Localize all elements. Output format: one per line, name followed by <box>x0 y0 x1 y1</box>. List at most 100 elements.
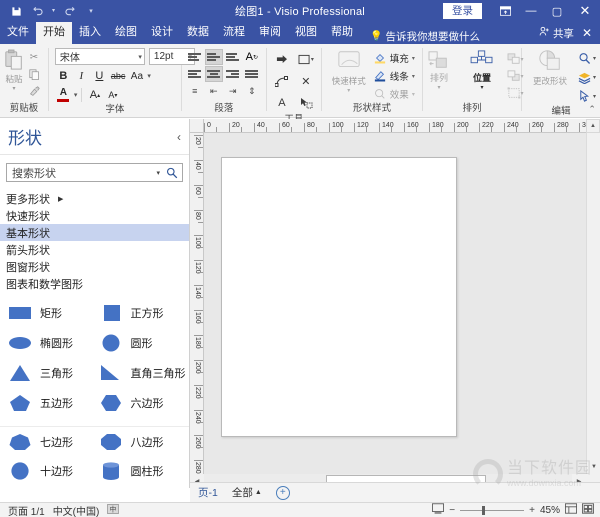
shape-category-window[interactable]: 图窗形状 <box>0 258 189 275</box>
strikethrough-button[interactable]: abc <box>109 68 128 84</box>
fit-page-icon[interactable] <box>432 503 445 517</box>
select-button[interactable]: ▾ <box>578 88 596 105</box>
align-right-button[interactable] <box>224 66 242 82</box>
magnifier-icon[interactable] <box>164 167 180 179</box>
shape-category-charts[interactable]: 图表和数学图形 <box>0 275 189 292</box>
normal-view-icon[interactable] <box>565 503 577 517</box>
zoom-level-label[interactable]: 45% <box>540 505 560 516</box>
effects-button[interactable]: 效果 ▾ <box>374 86 415 102</box>
align-bottom-button[interactable] <box>224 49 242 65</box>
line-spacing-button[interactable]: ⇕ <box>243 83 261 99</box>
text-direction-button[interactable]: A ↻ <box>243 49 261 65</box>
paste-caret-icon[interactable]: ▾ <box>12 85 15 92</box>
position-caret-icon[interactable]: ▾ <box>481 84 484 91</box>
line-button[interactable]: 线条 ▾ <box>374 68 415 84</box>
page-count-status[interactable]: 页面 1/1 <box>0 503 45 517</box>
undo-dropdown-icon[interactable]: ▾ <box>50 2 57 20</box>
font-color-caret-icon[interactable]: ▾ <box>73 91 78 99</box>
change-shape-button[interactable]: 更改形状 <box>526 49 574 105</box>
stencil-item-ellipse[interactable]: 椭圆形 <box>8 334 99 353</box>
stencil-item-square[interactable]: 正方形 <box>99 304 190 323</box>
close-button[interactable]: ✕ <box>570 0 600 22</box>
cut-icon[interactable]: ✂ <box>26 50 42 64</box>
shrink-font-button[interactable]: A ▾ <box>104 87 121 103</box>
stencil-item-hexagon[interactable]: 六边形 <box>99 394 190 413</box>
vertical-ruler[interactable]: 20 40 60 80 100 120 140 160 180 200 220 … <box>190 133 204 474</box>
font-color-button[interactable]: A <box>55 87 72 103</box>
ribbon-display-options-icon[interactable] <box>492 0 518 22</box>
arrange-caret-icon[interactable]: ▾ <box>438 84 441 91</box>
tab-file[interactable]: 文件 <box>0 22 36 44</box>
stencil-item-triangle[interactable]: 三角形 <box>8 364 99 383</box>
tab-help[interactable]: 帮助 <box>324 22 360 44</box>
arrange-button[interactable]: 排列 ▾ <box>419 49 459 101</box>
close-document-icon[interactable]: ✕ <box>582 26 600 40</box>
zoom-slider[interactable] <box>460 505 525 515</box>
tab-home[interactable]: 开始 <box>36 22 72 44</box>
stencil-item-pentagon[interactable]: 五边形 <box>8 394 99 413</box>
minimize-button[interactable]: — <box>518 0 544 22</box>
horizontal-ruler[interactable]: 0 20 40 60 80 100 120 140 160 180 200 22… <box>204 119 586 133</box>
tab-data[interactable]: 数据 <box>180 22 216 44</box>
connector-tool-button[interactable] <box>271 71 293 91</box>
canvas-area[interactable] <box>204 133 586 474</box>
zoom-out-button[interactable]: − <box>449 505 455 516</box>
sign-in-button[interactable]: 登录 <box>443 3 482 19</box>
tab-draw[interactable]: 绘图 <box>108 22 144 44</box>
vertical-scrollbar[interactable]: ▼ <box>586 133 600 474</box>
grow-font-button[interactable]: A ▴ <box>86 87 103 103</box>
collapse-ribbon-icon[interactable]: ⌃ <box>588 104 596 115</box>
justify-button[interactable] <box>243 66 261 82</box>
stencil-item-circle[interactable]: 圆形 <box>99 334 190 353</box>
fullscreen-view-icon[interactable] <box>582 503 594 517</box>
change-case-caret-icon[interactable]: ▾ <box>146 72 151 80</box>
layers-caret-icon[interactable]: ▾ <box>593 74 596 81</box>
paste-button[interactable]: 粘贴 ▾ <box>4 47 24 92</box>
line-caret-icon[interactable]: ▾ <box>412 73 415 80</box>
copy-icon[interactable] <box>26 67 42 81</box>
find-button[interactable]: ▾ <box>578 50 596 67</box>
format-painter-icon[interactable] <box>26 84 42 98</box>
layers-button[interactable]: ▾ <box>578 69 596 86</box>
underline-button[interactable]: U <box>91 68 108 84</box>
align-top-button[interactable] <box>186 49 204 65</box>
share-button[interactable]: 共享 <box>539 26 582 41</box>
bold-button[interactable]: B <box>55 68 72 84</box>
quick-styles-button[interactable]: 快速样式 ▾ <box>326 47 372 94</box>
select-caret-icon[interactable]: ▾ <box>593 93 596 100</box>
tab-insert[interactable]: 插入 <box>72 22 108 44</box>
shape-category-basic[interactable]: 基本形状 <box>0 224 189 241</box>
align-middle-button[interactable] <box>204 49 223 65</box>
tab-view[interactable]: 视图 <box>288 22 324 44</box>
shape-category-quick[interactable]: 快速形状 <box>0 207 189 224</box>
scroll-down-button[interactable]: ▼ <box>587 460 600 474</box>
change-case-button[interactable]: Aa <box>128 68 145 84</box>
save-icon[interactable] <box>6 2 26 20</box>
tab-process[interactable]: 流程 <box>216 22 252 44</box>
rectangle-tool-button[interactable]: ▾ <box>295 49 317 69</box>
zoom-slider-thumb[interactable] <box>482 505 486 515</box>
connection-point-tool-button[interactable]: ✕ <box>295 71 317 91</box>
customize-qat-icon[interactable]: ▾ <box>81 2 101 20</box>
fill-button[interactable]: 填充 ▾ <box>374 50 415 66</box>
search-shapes-input[interactable]: 搜索形状 ▾ <box>6 163 183 182</box>
stencil-item-cylinder[interactable]: 圆柱形 <box>99 462 190 481</box>
stencil-item-octagon[interactable]: 八边形 <box>99 432 190 451</box>
decrease-indent-button[interactable]: ⇤ <box>205 83 223 99</box>
effects-caret-icon[interactable]: ▾ <box>412 91 415 98</box>
drawing-page[interactable] <box>221 157 457 437</box>
chevron-down-icon[interactable]: ▾ <box>152 169 164 177</box>
all-pages-button[interactable]: 全部 ▲ <box>232 485 262 500</box>
redo-icon[interactable] <box>59 2 79 20</box>
fill-caret-icon[interactable]: ▾ <box>412 55 415 62</box>
collapse-panel-icon[interactable]: ‹ <box>177 130 181 144</box>
zoom-in-button[interactable]: + <box>529 505 535 516</box>
maximize-button[interactable]: ▢ <box>544 0 570 22</box>
text-tool-button[interactable]: A <box>271 93 293 113</box>
scroll-up-button[interactable]: ▲ <box>586 119 600 133</box>
ime-icon[interactable]: 中 <box>99 503 120 517</box>
font-name-combo[interactable]: 宋体 ▾ <box>54 48 145 65</box>
ruler-corner[interactable] <box>190 119 204 133</box>
increase-indent-button[interactable]: ⇥ <box>224 83 242 99</box>
bullets-button[interactable]: ≡ <box>186 83 204 99</box>
